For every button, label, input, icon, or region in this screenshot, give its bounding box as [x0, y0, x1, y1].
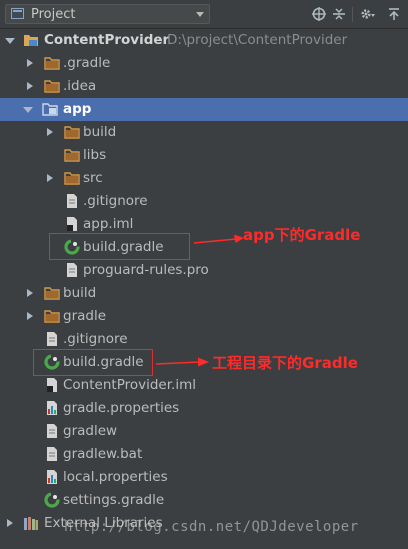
project-view-icon: [11, 8, 24, 19]
annotation-app-gradle: app下的Gradle: [243, 226, 361, 244]
scroll-from-source-icon[interactable]: [311, 6, 327, 22]
text-file-icon: [67, 194, 77, 208]
tree-item-local-properties[interactable]: local.properties: [0, 466, 408, 489]
tree-item-settings-gradle[interactable]: settings.gradle: [0, 489, 408, 512]
text-file-icon: [47, 332, 57, 346]
project-folder-icon: [24, 35, 38, 46]
iml-file-icon: [67, 217, 77, 231]
tree-item-label: build: [83, 124, 117, 140]
project-path: D:\project\ContentProvider: [167, 32, 348, 48]
tree-item-label: proguard-rules.pro: [83, 262, 209, 278]
chevron-right-icon[interactable]: [44, 167, 56, 190]
text-file-icon: [47, 447, 57, 461]
tree-item-label: src: [83, 170, 103, 186]
text-file-icon: [47, 424, 57, 438]
tree-item-dot-gradle[interactable]: .gradle: [0, 52, 408, 75]
watermark: http://blog.csdn.net/QDJdeveloper: [64, 519, 359, 535]
gear-icon[interactable]: [359, 6, 375, 22]
folder-icon: [44, 80, 60, 93]
chevron-down-icon[interactable]: [22, 98, 34, 121]
tree-item-gradlew[interactable]: gradlew: [0, 420, 408, 443]
app-gradle-highlight: [49, 233, 190, 260]
tree-item-label: .idea: [63, 78, 97, 94]
tree-item-label: ContentProvider.iml: [63, 377, 196, 393]
tree-item-label: gradlew.bat: [63, 446, 143, 462]
arrow-icon: [155, 357, 209, 367]
libraries-icon: [24, 517, 38, 530]
tree-item-contentprovider[interactable]: ContentProvider D:\project\ContentProvid…: [0, 29, 408, 52]
tree-item-label: app: [63, 101, 92, 117]
tree-item-build[interactable]: build: [0, 282, 408, 305]
tree-item-label: ContentProvider: [44, 32, 170, 48]
folder-icon: [44, 310, 60, 323]
module-folder-icon: [42, 103, 58, 116]
chevron-down-icon: [196, 12, 204, 17]
tree-item-label: build: [63, 285, 97, 301]
tree-item-gradlew-bat[interactable]: gradlew.bat: [0, 443, 408, 466]
tree-item-src[interactable]: src: [0, 167, 408, 190]
folder-icon: [64, 149, 80, 162]
project-tree: ContentProvider D:\project\ContentProvid…: [0, 29, 408, 549]
project-view-selector[interactable]: Project: [5, 4, 210, 24]
collapse-all-icon[interactable]: [331, 6, 347, 22]
tree-item-gradle[interactable]: gradle: [0, 305, 408, 328]
tree-item-idea[interactable]: .idea: [0, 75, 408, 98]
tree-item-proguard-rules[interactable]: proguard-rules.pro: [0, 259, 408, 282]
tree-item-label: .gitignore: [63, 331, 128, 347]
header-divider: [352, 7, 353, 22]
project-gradle-highlight: [33, 349, 153, 376]
tree-item-label: gradlew: [63, 423, 118, 439]
iml-file-icon: [47, 378, 57, 392]
folder-icon: [64, 126, 80, 139]
tree-item-app-gitignore[interactable]: .gitignore: [0, 190, 408, 213]
gradle-file-icon: [44, 492, 60, 508]
text-file-icon: [67, 263, 77, 277]
tree-item-label: gradle.properties: [63, 400, 180, 416]
hide-panel-icon[interactable]: [386, 6, 402, 22]
project-view-label: Project: [31, 7, 76, 22]
chevron-right-icon[interactable]: [24, 52, 36, 75]
tree-item-label: local.properties: [63, 469, 168, 485]
tree-item-libs[interactable]: libs: [0, 144, 408, 167]
annotation-project-gradle: 工程目录下的Gradle: [212, 354, 358, 372]
chevron-right-icon[interactable]: [4, 512, 16, 535]
tree-item-gitignore[interactable]: .gitignore: [0, 328, 408, 351]
chevron-down-icon[interactable]: [4, 29, 16, 52]
folder-icon: [64, 172, 80, 185]
tree-item-gradle-properties[interactable]: gradle.properties: [0, 397, 408, 420]
tree-item-label: .gitignore: [83, 193, 148, 209]
chevron-right-icon[interactable]: [24, 75, 36, 98]
chevron-right-icon[interactable]: [24, 282, 36, 305]
tree-item-app[interactable]: app: [0, 98, 408, 121]
properties-file-icon: [47, 470, 57, 484]
chevron-right-icon[interactable]: [24, 305, 36, 328]
arrow-icon: [193, 234, 244, 244]
project-tool-window-header: Project: [0, 0, 408, 29]
tree-item-label: .gradle: [63, 55, 111, 71]
chevron-right-icon[interactable]: [44, 121, 56, 144]
tree-item-label: settings.gradle: [63, 492, 165, 508]
tree-item-label: gradle: [63, 308, 107, 324]
folder-icon: [44, 57, 60, 70]
properties-file-icon: [47, 401, 57, 415]
folder-icon: [44, 287, 60, 300]
tree-item-label: libs: [83, 147, 107, 163]
tree-item-app-build[interactable]: build: [0, 121, 408, 144]
tree-item-label: app.iml: [83, 216, 134, 232]
tree-item-contentprovider-iml[interactable]: ContentProvider.iml: [0, 374, 408, 397]
